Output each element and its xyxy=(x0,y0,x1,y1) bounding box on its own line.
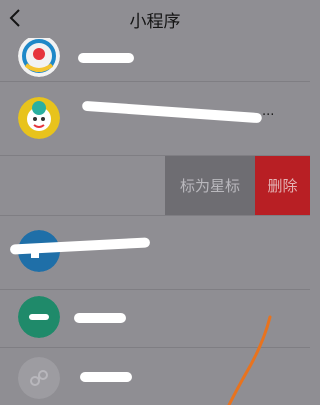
mark-star-button[interactable]: 标为星标 xyxy=(165,156,255,215)
redaction-mark xyxy=(81,100,263,124)
item-name: ... xyxy=(262,104,275,119)
mascot-blue-icon xyxy=(18,38,60,77)
redaction-mark xyxy=(78,53,134,63)
navigation-bar: 小程序 xyxy=(0,0,310,38)
redaction-mark xyxy=(74,313,126,323)
green-circle-icon xyxy=(18,296,60,338)
mark-star-label: 标为星标 xyxy=(179,178,240,195)
annotation-stroke xyxy=(227,315,272,405)
mini-program-icon xyxy=(18,357,60,399)
chef-mascot-icon xyxy=(18,97,60,139)
delete-button[interactable]: 删除 xyxy=(255,156,310,215)
page-title: 小程序 xyxy=(129,12,181,32)
list-item[interactable] xyxy=(0,216,310,290)
redaction-mark xyxy=(80,372,132,382)
delete-label: 删除 xyxy=(267,178,298,195)
list-item[interactable] xyxy=(0,38,310,82)
list-item[interactable]: ... xyxy=(0,82,310,156)
swiped-list-item[interactable]: 标为星标 删除 xyxy=(0,156,310,216)
